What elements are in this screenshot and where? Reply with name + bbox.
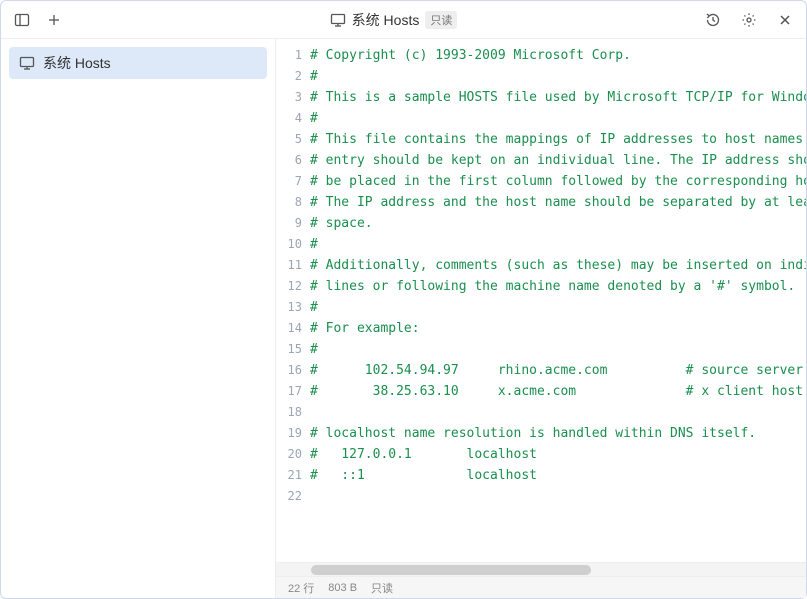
line-number: 1 (276, 45, 302, 66)
code-line[interactable]: # entry should be kept on an individual … (310, 150, 806, 171)
code-line[interactable]: # 102.54.94.97 rhino.acme.com # source s… (310, 360, 806, 381)
monitor-icon (19, 55, 35, 71)
history-button[interactable] (700, 7, 726, 33)
line-number: 6 (276, 150, 302, 171)
line-number: 3 (276, 87, 302, 108)
code-line[interactable]: # (310, 66, 806, 87)
status-readonly: 只读 (371, 580, 393, 596)
settings-button[interactable] (736, 7, 762, 33)
code-line[interactable] (310, 402, 806, 423)
statusbar: 22 行 803 B 只读 (276, 576, 806, 598)
code-line[interactable]: # localhost name resolution is handled w… (310, 423, 806, 444)
line-number: 18 (276, 402, 302, 423)
code-line[interactable]: # (310, 108, 806, 129)
sidebar: 系统 Hosts (1, 39, 276, 598)
status-size: 803 B (328, 582, 357, 594)
window-title: 系统 Hosts (352, 10, 420, 30)
scrollbar-thumb[interactable] (311, 565, 591, 575)
code-line[interactable]: # 127.0.0.1 localhost (310, 444, 806, 465)
code-line[interactable]: # Additionally, comments (such as these)… (310, 255, 806, 276)
code-line[interactable]: # This file contains the mappings of IP … (310, 129, 806, 150)
code-line[interactable]: # The IP address and the host name shoul… (310, 192, 806, 213)
sidebar-item-system-hosts[interactable]: 系统 Hosts (9, 47, 267, 79)
line-number: 17 (276, 381, 302, 402)
line-number: 8 (276, 192, 302, 213)
code-line[interactable]: # Copyright (c) 1993-2009 Microsoft Corp… (310, 45, 806, 66)
sidebar-item-label: 系统 Hosts (43, 53, 111, 73)
line-number: 4 (276, 108, 302, 129)
code-line[interactable]: # (310, 339, 806, 360)
code-line[interactable]: # lines or following the machine name de… (310, 276, 806, 297)
line-gutter: 12345678910111213141516171819202122 (276, 45, 310, 562)
panel-icon (14, 12, 30, 28)
gear-icon (741, 12, 757, 28)
editor[interactable]: 12345678910111213141516171819202122 # Co… (276, 39, 806, 562)
line-number: 2 (276, 66, 302, 87)
titlebar-right (698, 7, 798, 33)
line-number: 19 (276, 423, 302, 444)
titlebar-center: 系统 Hosts 只读 (89, 10, 698, 30)
close-icon (778, 13, 792, 27)
line-number: 5 (276, 129, 302, 150)
code-line[interactable]: # 38.25.63.10 x.acme.com # x client host (310, 381, 806, 402)
line-number: 20 (276, 444, 302, 465)
line-number: 16 (276, 360, 302, 381)
line-number: 11 (276, 255, 302, 276)
toggle-sidebar-button[interactable] (9, 7, 35, 33)
history-icon (705, 12, 721, 28)
line-number: 9 (276, 213, 302, 234)
line-number: 10 (276, 234, 302, 255)
status-lines: 22 行 (288, 580, 314, 596)
line-number: 15 (276, 339, 302, 360)
code-content[interactable]: # Copyright (c) 1993-2009 Microsoft Corp… (310, 45, 806, 562)
line-number: 7 (276, 171, 302, 192)
line-number: 22 (276, 486, 302, 507)
close-button[interactable] (772, 7, 798, 33)
line-number: 21 (276, 465, 302, 486)
code-line[interactable] (310, 486, 806, 507)
main: 系统 Hosts 1234567891011121314151617181920… (1, 39, 806, 598)
add-button[interactable] (41, 7, 67, 33)
line-number: 14 (276, 318, 302, 339)
code-line[interactable]: # be placed in the first column followed… (310, 171, 806, 192)
plus-icon (47, 13, 61, 27)
titlebar: 系统 Hosts 只读 (1, 1, 806, 39)
code-line[interactable]: # space. (310, 213, 806, 234)
code-line[interactable]: # This is a sample HOSTS file used by Mi… (310, 87, 806, 108)
code-line[interactable]: # ::1 localhost (310, 465, 806, 486)
code-line[interactable]: # (310, 234, 806, 255)
monitor-icon (330, 12, 346, 28)
code-line[interactable]: # For example: (310, 318, 806, 339)
line-number: 12 (276, 276, 302, 297)
readonly-badge: 只读 (425, 11, 457, 29)
editor-pane: 12345678910111213141516171819202122 # Co… (276, 39, 806, 598)
horizontal-scrollbar[interactable] (276, 562, 806, 576)
titlebar-left (9, 7, 89, 33)
code-line[interactable]: # (310, 297, 806, 318)
line-number: 13 (276, 297, 302, 318)
